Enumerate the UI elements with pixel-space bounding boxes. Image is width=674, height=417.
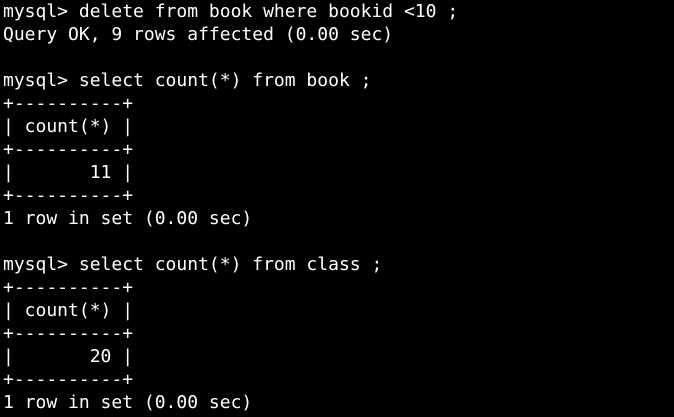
table-border: +----------+: [3, 185, 134, 206]
table-border: +----------+: [3, 139, 134, 160]
command-line-count-class: mysql> select count(*) from class ;: [3, 254, 383, 275]
row-count-message: 1 row in set (0.00 sec): [3, 392, 253, 413]
table-border: +----------+: [3, 369, 134, 390]
table-header: | count(*) |: [3, 116, 134, 137]
command-line-count-book: mysql> select count(*) from book ;: [3, 70, 372, 91]
row-count-message: 1 row in set (0.00 sec): [3, 208, 253, 229]
table-border: +----------+: [3, 93, 134, 114]
table-border: +----------+: [3, 277, 134, 298]
query-result-message: Query OK, 9 rows affected (0.00 sec): [3, 24, 394, 45]
table-row: | 20 |: [3, 346, 134, 367]
table-border: +----------+: [3, 323, 134, 344]
command-line-delete: mysql> delete from book where bookid <10…: [3, 1, 459, 22]
terminal-window[interactable]: mysql> delete from book where bookid <10…: [0, 0, 674, 417]
table-row: | 11 |: [3, 162, 134, 183]
table-header: | count(*) |: [3, 300, 134, 321]
